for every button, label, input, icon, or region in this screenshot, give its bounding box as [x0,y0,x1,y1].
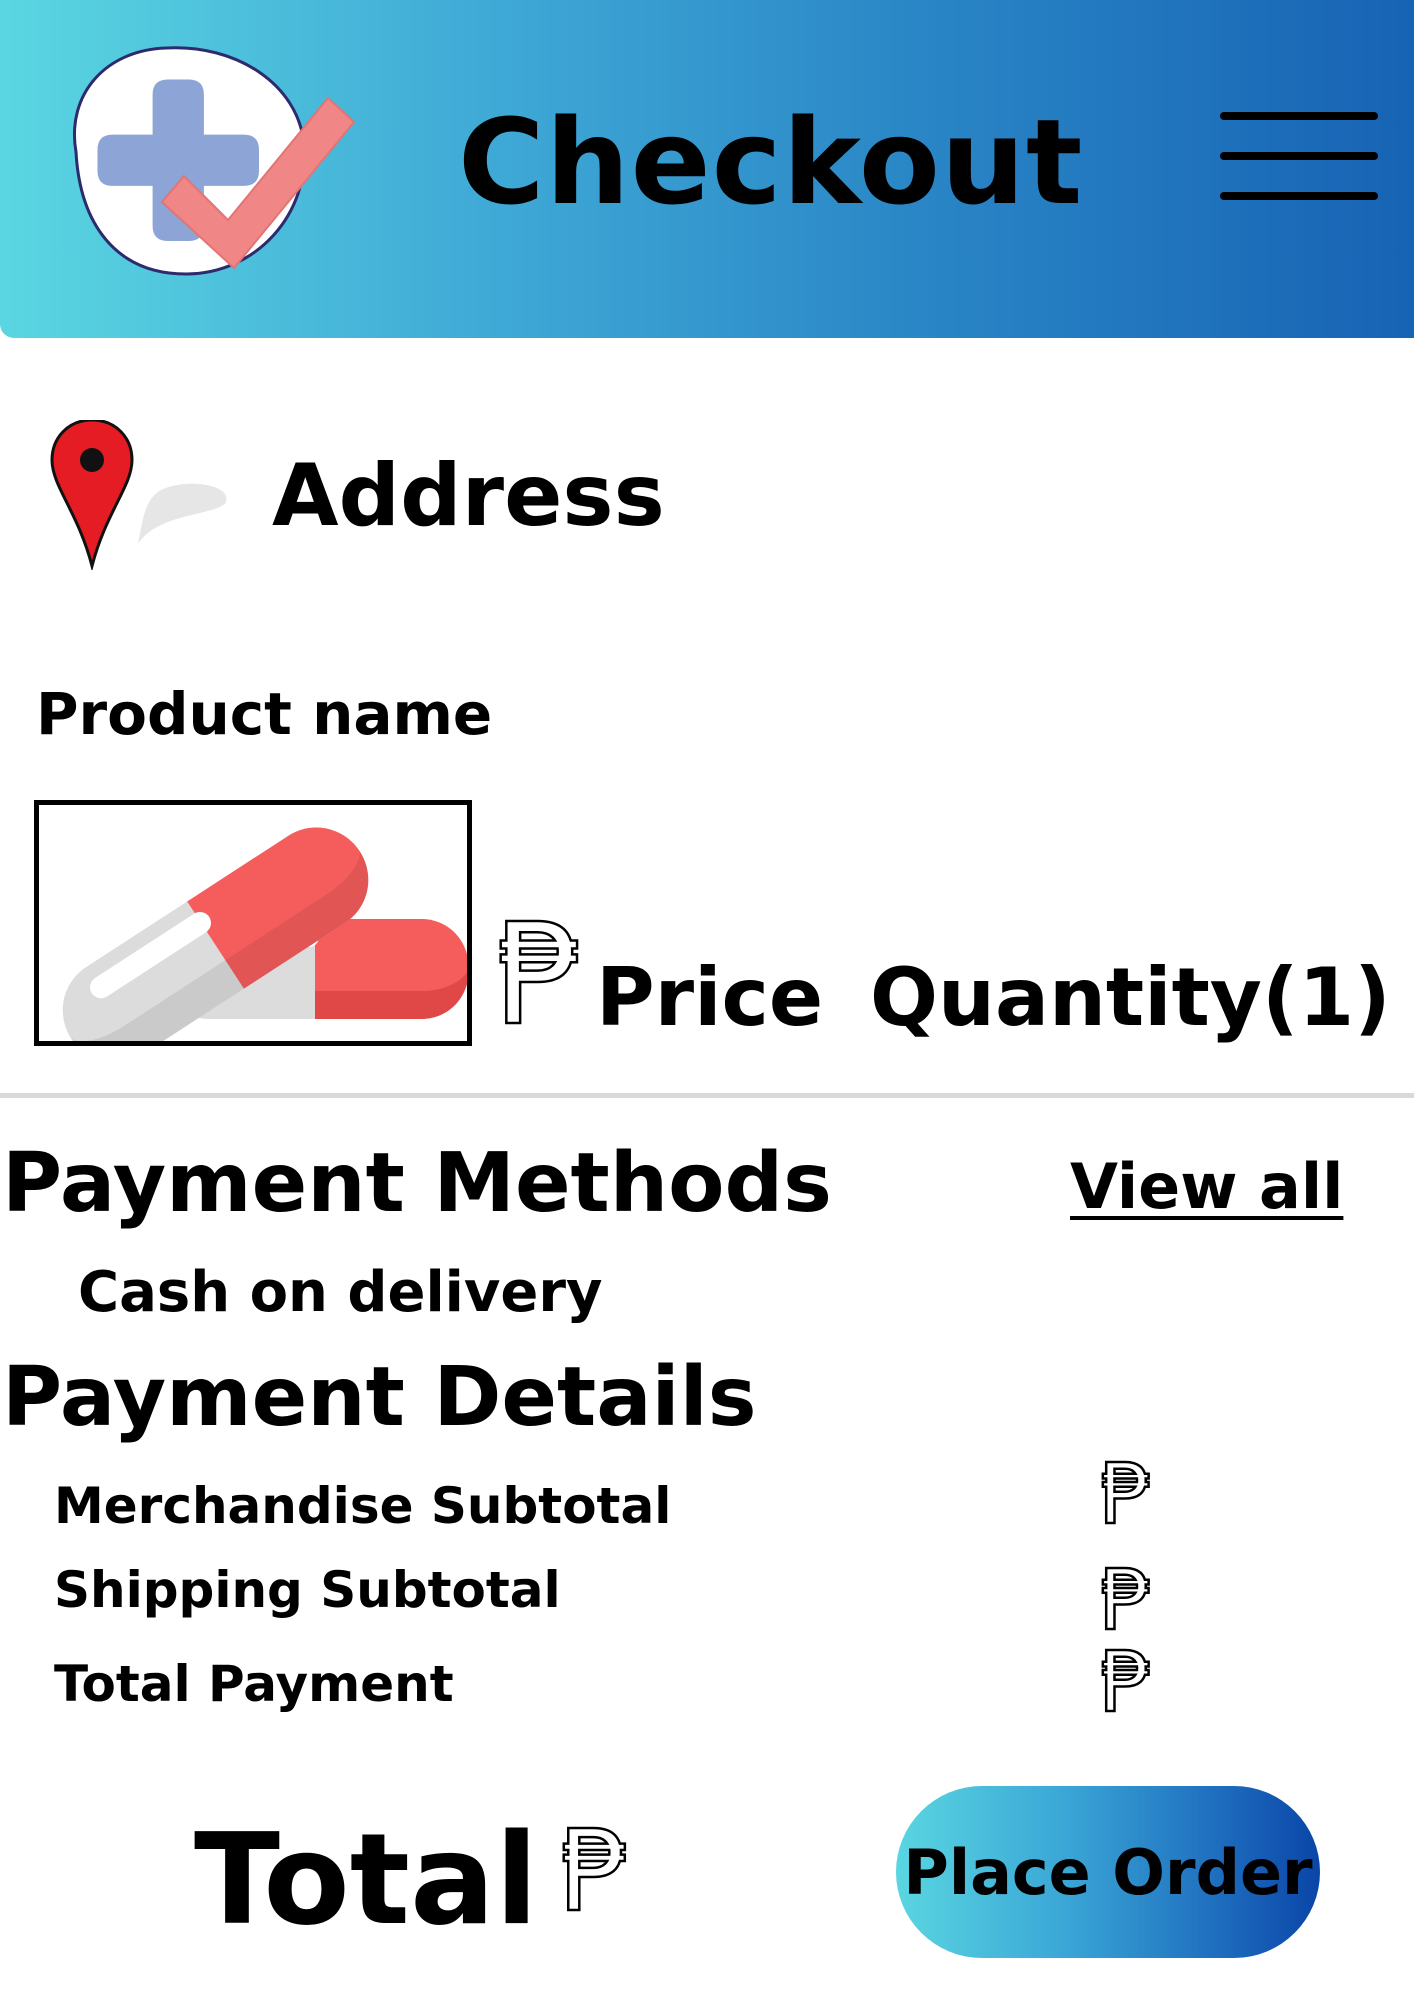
header-bar: Checkout [0,0,1414,338]
view-all-link[interactable]: View all [1070,1150,1343,1224]
peso-icon: ₱ [1099,1633,1155,1731]
peso-icon: ₱ [495,894,587,1057]
medical-cross-check-icon [73,46,356,276]
section-divider [0,1093,1414,1098]
address-label[interactable]: Address [272,446,665,546]
price-label: Price [596,951,824,1044]
peso-icon: ₱ [1099,1445,1155,1543]
product-name-label: Product name [36,680,493,748]
peso-icon: ₱ [1099,1551,1155,1649]
place-order-button[interactable]: Place Order [896,1786,1320,1958]
payment-methods-heading: Payment Methods [2,1136,832,1231]
capsule-pills-icon [62,827,467,1041]
payment-method-option[interactable]: Cash on delivery [78,1258,602,1328]
map-pin-icon[interactable] [48,420,234,570]
quantity-label[interactable]: Quantity(1) [870,948,1391,1048]
hamburger-menu-icon[interactable] [1218,104,1382,208]
page-title: Checkout [458,93,1084,231]
peso-icon: ₱ [559,1807,633,1937]
total-payment-label: Total Payment [54,1655,454,1713]
product-image[interactable] [34,800,472,1046]
payment-details-heading: Payment Details [2,1350,757,1445]
merchandise-subtotal-label: Merchandise Subtotal [54,1477,672,1535]
total-label: Total [194,1806,539,1953]
shipping-subtotal-label: Shipping Subtotal [54,1561,561,1619]
